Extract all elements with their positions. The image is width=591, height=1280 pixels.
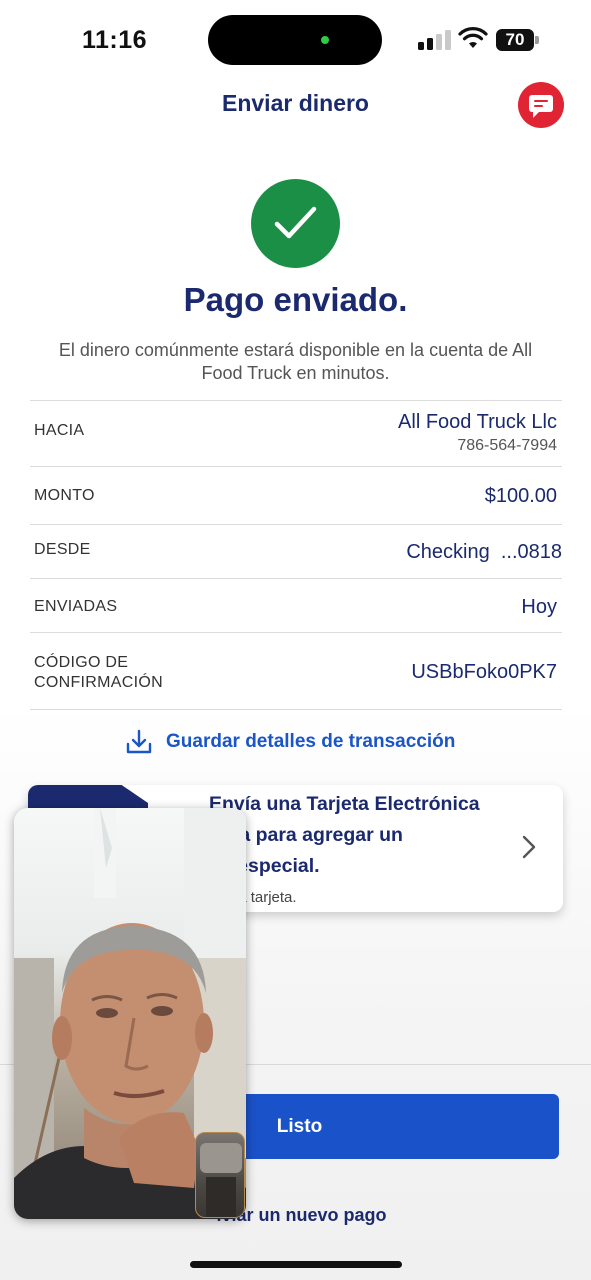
chat-bubble-icon [529, 95, 553, 118]
status-bar: 11:16 70 [0, 0, 591, 80]
detail-label: ENVIADAS [34, 598, 118, 615]
battery-level: 70 [496, 29, 534, 51]
video-call-overlay[interactable] [14, 808, 246, 1219]
confirmation-code: USBbFoko0PK7 [411, 661, 557, 683]
sent-date: Hoy [521, 596, 557, 618]
camera-indicator-icon [321, 36, 329, 44]
chat-button[interactable] [518, 82, 564, 128]
success-subtitle: El dinero comúnmente estará disponible e… [58, 340, 533, 383]
divider [30, 709, 562, 710]
detail-row-sent: ENVIADAS Hoy [30, 578, 562, 632]
dynamic-island [208, 15, 382, 65]
detail-row-to: HACIA All Food Truck Llc 786-564-7994 [30, 400, 562, 466]
screen: 11:16 70 Enviar dinero Pago enviado. El … [0, 0, 591, 1280]
source-account: Checking ...0818 [406, 541, 562, 563]
status-time: 11:16 [82, 26, 148, 54]
amount-value: $100.00 [484, 485, 557, 507]
home-indicator [190, 1261, 402, 1268]
success-title: Pago enviado. [183, 281, 408, 318]
chevron-right-icon [522, 835, 536, 859]
detail-label: MONTO [34, 487, 95, 504]
download-icon [126, 729, 152, 754]
self-view-thumbnail[interactable] [195, 1132, 245, 1218]
cellular-signal-icon [418, 30, 452, 50]
wifi-icon [458, 27, 488, 48]
recipient-name: All Food Truck Llc [398, 411, 557, 433]
success-check-icon [251, 179, 340, 268]
save-transaction-label: Guardar detalles de transacción [166, 731, 456, 752]
save-transaction-link[interactable]: Guardar detalles de transacción [126, 727, 455, 757]
detail-row-from: DESDE Checking ...0818 [30, 524, 562, 578]
page-title: Enviar dinero [222, 90, 369, 116]
detail-label: HACIA [34, 422, 85, 439]
promo-text: Envía una Tarjeta Electrónica tuita para… [209, 793, 480, 877]
detail-row-amount: MONTO $100.00 [30, 466, 562, 524]
detail-label: DESDE [34, 541, 91, 558]
detail-row-confirmation: CÓDIGO DE CONFIRMACIÓN USBbFoko0PK7 [30, 632, 562, 709]
recipient-phone: 786-564-7994 [457, 437, 557, 454]
battery-icon: 70 [496, 29, 539, 51]
detail-label: CÓDIGO DE CONFIRMACIÓN [34, 654, 163, 691]
